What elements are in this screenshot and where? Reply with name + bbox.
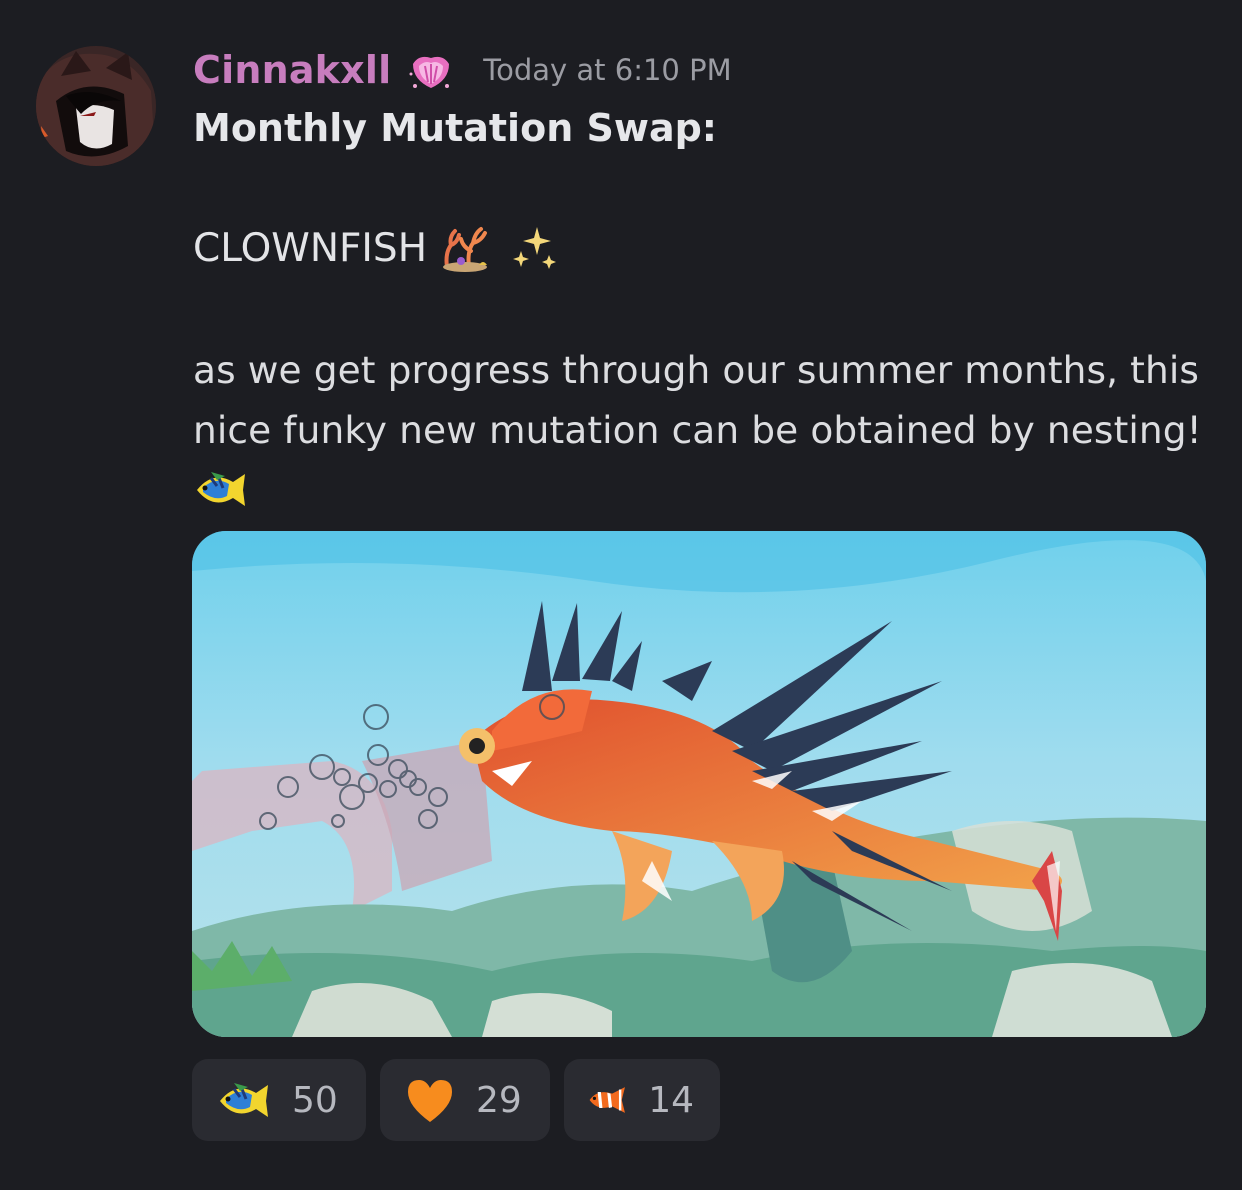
coral-icon	[443, 227, 488, 272]
chat-message: Cinnakxll Today at 6:10 PM Monthly Mutat…	[0, 0, 1242, 1190]
reaction-count: 29	[476, 1079, 522, 1121]
author-name[interactable]: Cinnakxll	[193, 48, 391, 92]
mutation-line: CLOWNFISH	[193, 218, 1203, 278]
mutation-screenshot	[192, 531, 1206, 1037]
attached-image[interactable]	[192, 531, 1206, 1037]
mutation-name: CLOWNFISH	[193, 225, 428, 271]
message-content: Monthly Mutation Swap: CLOWNFISH as we g…	[193, 100, 1203, 514]
body-text: as we get progress through our summer mo…	[193, 348, 1202, 452]
tropical-fish-icon	[220, 1083, 268, 1117]
reactions-bar: 50 29 14	[192, 1059, 720, 1141]
message-body: as we get progress through our summer mo…	[193, 340, 1203, 514]
reaction-tropical-fish[interactable]: 50	[192, 1059, 366, 1141]
user-avatar[interactable]	[36, 46, 156, 166]
message-timestamp: Today at 6:10 PM	[483, 53, 732, 87]
tropical-fish-icon	[197, 472, 245, 506]
clownfish-icon	[589, 1087, 625, 1113]
role-badge-icon[interactable]	[405, 44, 457, 96]
reaction-orange-heart[interactable]: 29	[380, 1059, 550, 1141]
reaction-count: 50	[292, 1079, 338, 1121]
message-title: Monthly Mutation Swap:	[193, 106, 717, 150]
reaction-count: 14	[648, 1079, 694, 1121]
reaction-clownfish[interactable]: 14	[564, 1059, 720, 1141]
orange-heart-icon	[408, 1080, 452, 1122]
message-header: Cinnakxll Today at 6:10 PM	[193, 40, 732, 100]
sparkles-icon	[513, 227, 557, 269]
